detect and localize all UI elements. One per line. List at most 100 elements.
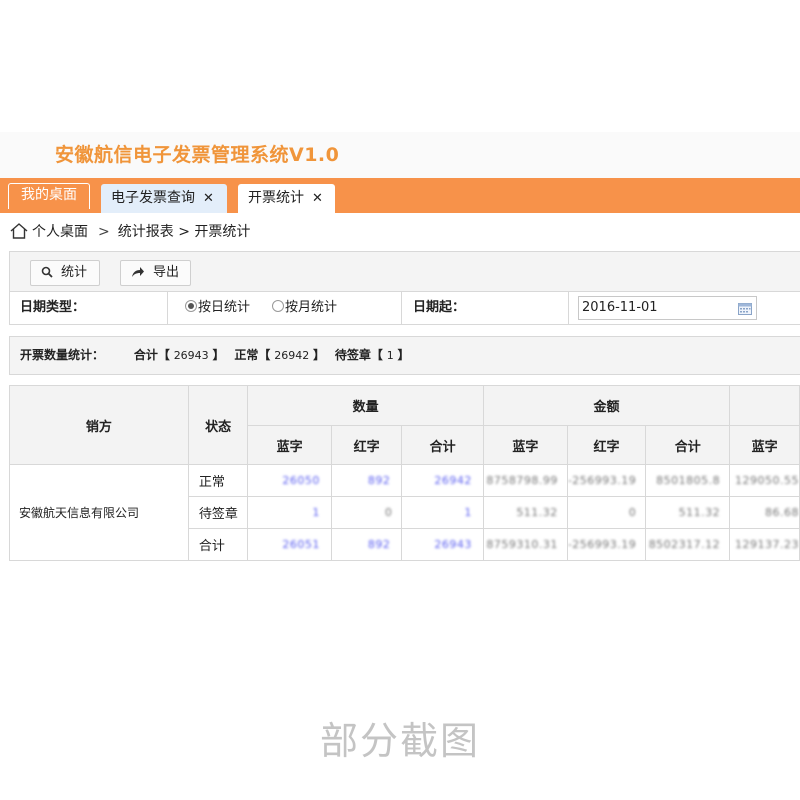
summary-pending-value: 1 bbox=[386, 349, 394, 362]
col-amount-total: 合计 bbox=[645, 425, 731, 465]
radio-by-month[interactable]: 按月统计 bbox=[272, 292, 337, 324]
close-icon[interactable]: ✕ bbox=[312, 191, 323, 206]
breadcrumb-separator: > bbox=[178, 224, 190, 240]
summary-bracket: 】 bbox=[212, 348, 225, 362]
amount-red: -256993.19 bbox=[566, 464, 647, 497]
tab-bar: 我的桌面 电子发票查询 ✕ 开票统计 ✕ bbox=[0, 178, 800, 213]
breadcrumb-separator: > bbox=[98, 224, 110, 240]
share-arrow-icon bbox=[132, 267, 144, 277]
home-icon[interactable] bbox=[10, 223, 28, 245]
summary-bracket: 】 bbox=[313, 348, 326, 362]
table-header-row: 销方 状态 数量 金额 bbox=[9, 385, 800, 465]
export-button-label: 导出 bbox=[153, 265, 180, 280]
watermark-caption: 部分截图 bbox=[319, 719, 480, 763]
cell-value: 26050 bbox=[282, 474, 320, 487]
quantity-blue-link[interactable]: 1 bbox=[247, 496, 332, 529]
stats-table: 销方 状态 数量 金额 蓝字 红字 合计 蓝字 红字 合计 蓝字 安徽航天信息有… bbox=[9, 385, 800, 561]
radio-by-day[interactable]: 按日统计 bbox=[185, 292, 250, 324]
breadcrumb-root[interactable]: 个人桌面 bbox=[32, 224, 88, 240]
amount-blue: 511.32 bbox=[482, 496, 568, 529]
stat-button[interactable]: 统计 bbox=[30, 260, 100, 286]
app-title: 安徽航信电子发票管理系统V1.0 bbox=[55, 144, 340, 166]
close-icon[interactable]: ✕ bbox=[203, 191, 214, 206]
quantity-total-link[interactable]: 26942 bbox=[401, 464, 484, 497]
summary-pending-label: 待签章【 bbox=[334, 348, 383, 362]
col-quantity-total: 合计 bbox=[401, 425, 484, 465]
cell-value: 26943 bbox=[434, 538, 472, 551]
cell-value: 0 bbox=[628, 506, 637, 519]
cell-value: -256993.19 bbox=[567, 538, 637, 551]
cell-value: 26051 bbox=[282, 538, 320, 551]
cell-value: 511.32 bbox=[678, 506, 721, 519]
cell-value: 129137.23 bbox=[735, 538, 799, 551]
col-amount-red: 红字 bbox=[566, 425, 647, 465]
filter-row: 日期类型： 按日统计 按月统计 日期起： 2016-11-01 bbox=[9, 292, 800, 325]
quantity-blue-link[interactable]: 26051 bbox=[247, 528, 332, 561]
col-quantity-red: 红字 bbox=[330, 425, 403, 465]
cell-value: 129050.55 bbox=[735, 474, 799, 487]
row-status: 合计 bbox=[187, 528, 249, 561]
radio-unselected-icon[interactable] bbox=[272, 300, 285, 312]
col-quantity-header: 数量 bbox=[247, 385, 484, 426]
cell-value: 8758798.99 bbox=[486, 474, 558, 487]
stat-button-label: 统计 bbox=[61, 265, 88, 280]
summary-bracket: 】 bbox=[397, 348, 410, 362]
extra-blue: 86.68 bbox=[729, 496, 800, 529]
radio-selected-icon[interactable] bbox=[185, 300, 197, 312]
tab-label: 我的桌面 bbox=[21, 187, 77, 203]
amount-total: 8502317.12 bbox=[645, 528, 731, 561]
cell-value: 86.68 bbox=[765, 506, 799, 519]
quantity-red: 0 bbox=[330, 496, 403, 529]
quantity-red-link[interactable]: 892 bbox=[330, 464, 403, 497]
col-amount-blue: 蓝字 bbox=[482, 425, 568, 465]
radio-by-month-label: 按月统计 bbox=[285, 300, 338, 315]
quantity-blue-link[interactable]: 26050 bbox=[247, 464, 332, 497]
date-start-input[interactable]: 2016-11-01 bbox=[578, 296, 757, 320]
breadcrumb: 个人桌面 > 统计报表 > 开票统计 bbox=[10, 222, 250, 242]
summary-label: 开票数量统计： bbox=[20, 348, 105, 362]
cell-value: 892 bbox=[367, 538, 391, 551]
quantity-total-link[interactable]: 1 bbox=[401, 496, 484, 529]
amount-total: 511.32 bbox=[645, 496, 731, 529]
col-status-header: 状态 bbox=[187, 385, 249, 465]
date-start-label: 日期起： bbox=[401, 292, 568, 324]
tab-invoice-stats[interactable]: 开票统计 ✕ bbox=[238, 184, 335, 213]
calendar-icon[interactable] bbox=[738, 302, 752, 315]
cell-value: 0 bbox=[384, 506, 393, 519]
col-quantity-blue: 蓝字 bbox=[247, 425, 332, 465]
summary-total-value: 26943 bbox=[173, 349, 209, 362]
col-seller-header: 销方 bbox=[9, 385, 189, 465]
cell-value: 1 bbox=[464, 506, 472, 519]
amount-blue: 8758798.99 bbox=[482, 464, 568, 497]
cell-value: 8502317.12 bbox=[648, 538, 721, 551]
export-button[interactable]: 导出 bbox=[120, 260, 191, 286]
breadcrumb-section[interactable]: 统计报表 bbox=[118, 224, 174, 240]
summary-row: 开票数量统计： 合计【 26943 】 正常【 26942 】 待签章【 1 】 bbox=[9, 336, 800, 375]
radio-by-day-label: 按日统计 bbox=[198, 300, 251, 315]
quantity-red-link[interactable]: 892 bbox=[330, 528, 403, 561]
quantity-total-link[interactable]: 26943 bbox=[401, 528, 484, 561]
cell-value: -256993.19 bbox=[567, 474, 637, 487]
cell-value: 8759310.31 bbox=[486, 538, 558, 551]
col-extra-blue: 蓝字 bbox=[729, 425, 800, 465]
summary-normal-value: 26942 bbox=[274, 349, 310, 362]
cell-value: 511.32 bbox=[516, 506, 558, 519]
tab-invoice-query[interactable]: 电子发票查询 ✕ bbox=[101, 184, 227, 213]
summary-normal-label: 正常【 bbox=[234, 348, 271, 362]
tab-my-desktop[interactable]: 我的桌面 bbox=[8, 183, 90, 209]
toolbar: 统计 导出 bbox=[9, 251, 800, 292]
col-extra-header bbox=[729, 385, 800, 426]
extra-blue: 129137.23 bbox=[729, 528, 800, 561]
date-start-cell: 2016-11-01 bbox=[568, 292, 800, 324]
cell-value: 26942 bbox=[434, 474, 472, 487]
app-header: 安徽航信电子发票管理系统V1.0 bbox=[0, 132, 800, 178]
col-amount-header: 金额 bbox=[482, 385, 731, 426]
cell-value: 8501805.8 bbox=[656, 474, 721, 487]
summary-total-label: 合计【 bbox=[133, 348, 170, 362]
tab-label: 电子发票查询 bbox=[111, 190, 195, 206]
seller-name: 安徽航天信息有限公司 bbox=[9, 464, 189, 561]
amount-red: -256993.19 bbox=[566, 528, 647, 561]
row-status: 待签章 bbox=[187, 496, 249, 529]
amount-red: 0 bbox=[566, 496, 647, 529]
search-icon bbox=[41, 266, 53, 278]
